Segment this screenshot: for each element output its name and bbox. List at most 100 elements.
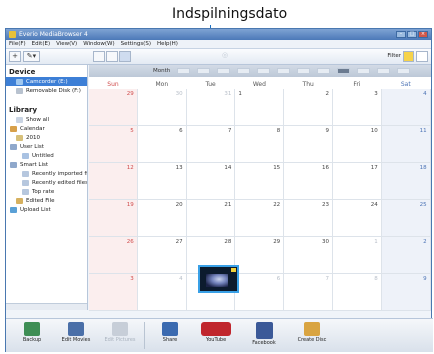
calendar-day-cell[interactable]: 11: [381, 126, 431, 163]
month-slot[interactable]: [277, 68, 290, 74]
month-slot[interactable]: [317, 68, 330, 74]
month-slot[interactable]: [197, 68, 210, 74]
menu-edit[interactable]: Edit(E): [32, 41, 50, 47]
calendar-day-cell[interactable]: 15: [235, 163, 285, 200]
calendar-day-cell[interactable]: 3: [89, 274, 138, 311]
day-number: 27: [175, 239, 183, 245]
calendar-day-cell[interactable]: 22: [235, 200, 285, 237]
calendar-day-cell[interactable]: 9: [284, 126, 333, 163]
menu-help[interactable]: Help(H): [157, 41, 178, 47]
video-thumbnail[interactable]: [198, 265, 239, 293]
sidebar-library-item[interactable]: Edited File: [6, 196, 87, 205]
calendar-day-cell[interactable]: 4: [137, 274, 187, 311]
calendar-day-cell[interactable]: 5: [89, 126, 138, 163]
view-grid-button[interactable]: [93, 51, 105, 62]
calendar-day-cell[interactable]: 24: [333, 200, 382, 237]
month-slot[interactable]: [377, 68, 390, 74]
share-button[interactable]: Share: [148, 320, 192, 351]
calendar-day-cell[interactable]: 12: [89, 163, 138, 200]
sidebar-library-item[interactable]: Top rate: [6, 187, 87, 196]
calendar-day-cell[interactable]: 14: [186, 163, 236, 200]
calendar-day-cell[interactable]: 21: [186, 200, 236, 237]
calendar-day-cell[interactable]: 2: [381, 237, 431, 274]
sidebar-device-item[interactable]: Removable Disk (F:): [6, 86, 87, 95]
calendar-day-cell[interactable]: 30: [284, 237, 333, 274]
calendar-day-cell[interactable]: 6: [235, 274, 285, 311]
maximize-button[interactable]: □: [407, 31, 417, 38]
action-label: Create Disc: [297, 337, 327, 343]
calendar-day-cell[interactable]: 29: [89, 89, 138, 126]
create-disc-icon: [304, 322, 320, 336]
month-slot[interactable]: [357, 68, 370, 74]
calendar-day-cell[interactable]: 29: [235, 237, 285, 274]
month-slot[interactable]: [337, 68, 350, 74]
backup-button[interactable]: Backup: [10, 320, 54, 351]
youtube-button[interactable]: YouTube: [194, 320, 238, 351]
month-slot[interactable]: [237, 68, 250, 74]
view-calendar-button[interactable]: [119, 51, 131, 62]
calendar-day-cell[interactable]: 30: [137, 89, 187, 126]
day-name: Mon: [155, 81, 169, 88]
filter-media-button[interactable]: [403, 51, 414, 62]
edit-movies-button[interactable]: Edit Movies: [54, 320, 98, 351]
sidebar-library-item[interactable]: Recently imported files: [6, 169, 87, 178]
day-number: 30: [321, 239, 329, 245]
tools-button[interactable]: ✎▾: [23, 51, 40, 62]
month-slot[interactable]: [177, 68, 190, 74]
calendar-day-cell[interactable]: 7: [186, 126, 236, 163]
month-slot[interactable]: [257, 68, 270, 74]
calendar-day-cell[interactable]: 1: [333, 237, 382, 274]
menu-file[interactable]: File(F): [9, 41, 26, 47]
create-disc-button[interactable]: Create Disc: [290, 320, 334, 351]
calendar-day-cell[interactable]: 7: [284, 274, 333, 311]
calendar-day-cell[interactable]: 25: [381, 200, 431, 237]
calendar-day-cell[interactable]: 8: [333, 274, 382, 311]
recent-edited-icon: [22, 179, 29, 186]
day-number: 25: [419, 202, 427, 208]
calendar-day-cell[interactable]: 27: [137, 237, 187, 274]
day-number: 8: [276, 128, 281, 134]
calendar-day-cell[interactable]: 10: [333, 126, 382, 163]
calendar-day-cell[interactable]: 16: [284, 163, 333, 200]
month-slot[interactable]: [397, 68, 410, 74]
calendar-day-cell[interactable]: 20: [137, 200, 187, 237]
calendar-day-cell[interactable]: 8: [235, 126, 285, 163]
sidebar-library-item[interactable]: Smart List: [6, 160, 87, 169]
sidebar-library-item[interactable]: User List: [6, 142, 87, 151]
filter-options-button[interactable]: [416, 51, 428, 62]
month-slot[interactable]: [217, 68, 230, 74]
calendar-day-cell[interactable]: 17: [333, 163, 382, 200]
sidebar-library-item[interactable]: Show all: [6, 115, 87, 124]
calendar-day-cell[interactable]: 1: [235, 89, 285, 126]
menu-view[interactable]: View(V): [56, 41, 77, 47]
menu-settings[interactable]: Settings(S): [121, 41, 151, 47]
calendar-day-cell[interactable]: 13: [137, 163, 187, 200]
sidebar-device-item[interactable]: Camcorder (E:): [6, 77, 87, 86]
sidebar-library-item[interactable]: Recently edited files: [6, 178, 87, 187]
close-button[interactable]: ×: [418, 31, 428, 38]
calendar-day-cell[interactable]: 9: [381, 274, 431, 311]
calendar-day-cell[interactable]: 23: [284, 200, 333, 237]
sidebar-library-item[interactable]: Calendar: [6, 124, 87, 133]
minimize-button[interactable]: –: [396, 31, 406, 38]
month-slot[interactable]: [297, 68, 310, 74]
menu-window[interactable]: Window(W): [83, 41, 114, 47]
calendar-day-cell[interactable]: 2: [284, 89, 333, 126]
sidebar-library-item[interactable]: Upload List: [6, 205, 87, 214]
add-button[interactable]: +: [9, 51, 21, 62]
calendar-day-cell[interactable]: 26: [89, 237, 138, 274]
calendar-day-cell[interactable]: 19: [89, 200, 138, 237]
calendar-day-cell[interactable]: 3: [333, 89, 382, 126]
day-number: 6: [276, 276, 281, 282]
calendar-day-cell[interactable]: 31: [186, 89, 236, 126]
calendar-day-cell[interactable]: 6: [137, 126, 187, 163]
view-list-button[interactable]: [106, 51, 118, 62]
sidebar-scrollbar[interactable]: [6, 303, 87, 310]
calendar-day-cell[interactable]: 4: [381, 89, 431, 126]
day-number: 16: [321, 165, 329, 171]
sidebar-library-item[interactable]: 2010: [6, 133, 87, 142]
calendar-day-cell[interactable]: 18: [381, 163, 431, 200]
camcorder-icon: [16, 78, 23, 85]
sidebar-library-item[interactable]: Untitled: [6, 151, 87, 160]
facebook-button[interactable]: Facebook: [242, 320, 286, 351]
